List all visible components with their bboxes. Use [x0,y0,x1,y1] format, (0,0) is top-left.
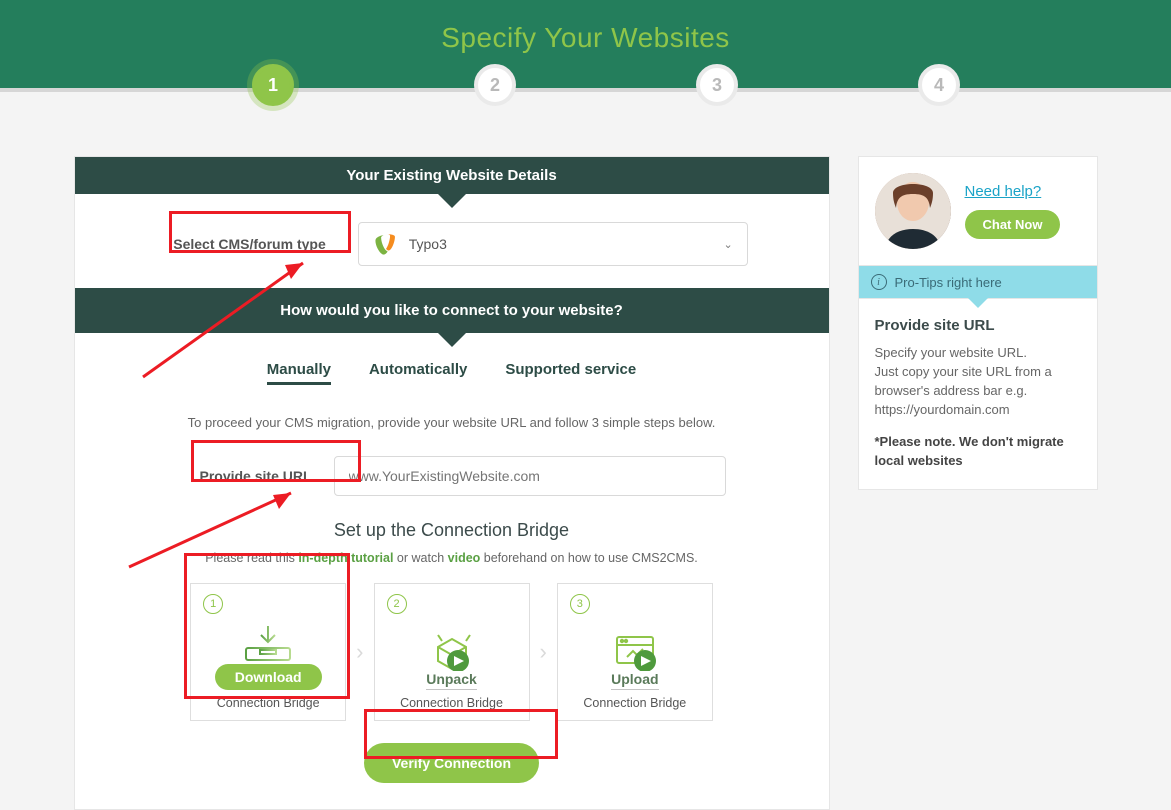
chevron-right-icon: › [540,639,547,665]
download-icon [238,620,298,664]
step-number: 2 [387,594,407,614]
step-1[interactable]: 1 [252,64,294,106]
pro-tips-label: Pro-Tips right here [895,275,1002,290]
pro-tip-body: Provide site URL Specify your website UR… [858,299,1098,490]
support-avatar [875,173,951,249]
instruction-text: To proceed your CMS migration, provide y… [75,415,829,430]
section-header-label: Your Existing Website Details [346,167,556,184]
pro-tips-header: i Pro-Tips right here [858,266,1098,299]
page-title: Specify Your Websites [0,22,1171,54]
chat-now-button[interactable]: Chat Now [965,210,1061,239]
card-subtitle: Connection Bridge [400,696,503,710]
site-url-input[interactable] [334,456,726,496]
annotation-arrow-icon [135,257,315,387]
bridge-card-upload: 3 Upload Connection Bridge [557,583,713,721]
section-header-existing: Your Existing Website Details [75,157,829,194]
main-panel: Your Existing Website Details Select CMS… [74,156,830,810]
tip-text: Specify your website URL. Just copy your… [875,344,1081,419]
pointer-icon [438,333,466,347]
step-2[interactable]: 2 [474,64,516,106]
bridge-card-unpack: 2 Unpack Connection Bridge [374,583,530,721]
typo3-logo-icon [373,231,399,257]
cms-type-value: Typo3 [409,236,447,252]
sidebar: Need help? Chat Now i Pro-Tips right her… [858,156,1098,490]
bridge-card-download: 1 Download Connection Bridge [190,583,346,721]
tab-automatically[interactable]: Automatically [369,361,467,385]
tip-title: Provide site URL [875,317,1081,334]
need-help-link[interactable]: Need help? [965,183,1061,200]
cms-type-select[interactable]: Typo3 ⌄ [358,222,748,266]
step-number: 3 [570,594,590,614]
download-button[interactable]: Download [215,664,322,690]
help-card: Need help? Chat Now [858,156,1098,266]
step-4[interactable]: 4 [918,64,960,106]
step-number: 1 [203,594,223,614]
upload-link[interactable]: Upload [611,671,658,690]
tip-note: *Please note. We don't migrate local web… [875,433,1081,471]
card-subtitle: Connection Bridge [583,696,686,710]
pointer-icon [438,194,466,208]
hero-banner: Specify Your Websites [0,0,1171,88]
progress-stepper: 1 2 3 4 [0,88,1171,138]
bridge-steps: 1 Download Connection Bridge › 2 Unpack … [75,583,829,721]
info-icon: i [871,274,887,290]
chevron-down-icon: ⌄ [724,238,733,251]
step-3[interactable]: 3 [696,64,738,106]
chevron-right-icon: › [356,639,363,665]
unpack-link[interactable]: Unpack [426,671,477,690]
video-link[interactable]: video [448,551,481,565]
pointer-icon [968,298,988,308]
annotation-arrow-icon [123,487,303,577]
card-subtitle: Connection Bridge [217,696,320,710]
verify-connection-button[interactable]: Verify Connection [364,743,539,783]
tab-supported-service[interactable]: Supported service [505,361,636,385]
stepper-track [0,88,1171,92]
tutorial-link[interactable]: in-depth tutorial [298,551,393,565]
upload-icon [605,627,665,671]
unpack-icon [422,627,482,671]
section-header-label: How would you like to connect to your we… [280,302,623,319]
